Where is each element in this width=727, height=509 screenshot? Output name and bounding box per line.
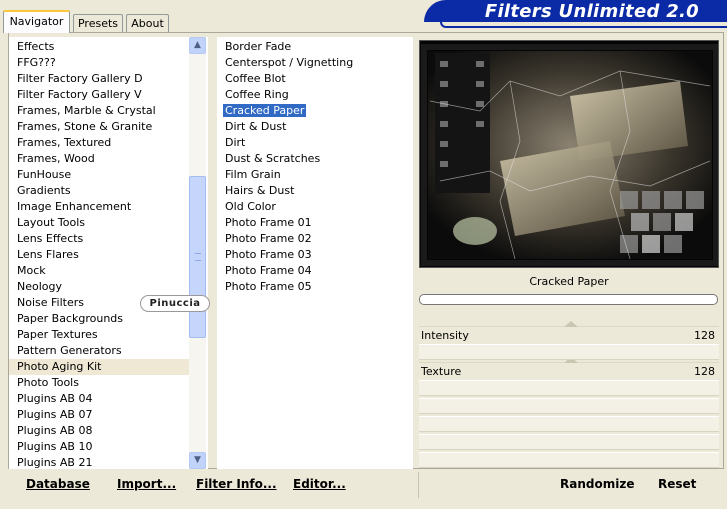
category-scrollbar[interactable]: ▲ ▼ bbox=[189, 37, 206, 469]
divider bbox=[418, 472, 419, 498]
category-item[interactable]: Filter Factory Gallery V bbox=[9, 87, 189, 103]
category-item[interactable]: Plugins AB 04 bbox=[9, 391, 189, 407]
filter-item[interactable]: Photo Frame 03 bbox=[217, 247, 312, 263]
tab-presets[interactable]: Presets bbox=[73, 14, 123, 33]
param-texture[interactable]: Texture 128 bbox=[419, 357, 719, 380]
category-item[interactable]: Photo Aging Kit bbox=[9, 359, 189, 375]
param-slot bbox=[419, 398, 719, 414]
filter-item[interactable]: Hairs & Dust bbox=[217, 183, 294, 199]
param-slot bbox=[419, 434, 719, 450]
category-item[interactable]: Filter Factory Gallery D bbox=[9, 71, 189, 87]
filter-item[interactable]: Dust & Scratches bbox=[217, 151, 320, 167]
category-item[interactable]: Image Enhancement bbox=[9, 199, 189, 215]
scroll-up-icon[interactable]: ▲ bbox=[189, 37, 206, 54]
filter-item-label: Coffee Ring bbox=[225, 88, 289, 101]
filter-item-label: Dirt & Dust bbox=[225, 120, 287, 133]
app-title: Filters Unlimited 2.0 bbox=[484, 1, 699, 22]
filter-item[interactable]: Cracked Paper bbox=[217, 103, 307, 119]
filter-item[interactable]: Photo Frame 04 bbox=[217, 263, 312, 279]
slider-tick-icon bbox=[564, 321, 578, 327]
param-value: 128 bbox=[694, 329, 715, 342]
filter-item[interactable]: Photo Frame 02 bbox=[217, 231, 312, 247]
filter-item-label: Photo Frame 04 bbox=[225, 264, 312, 277]
filter-item-label: Dirt bbox=[225, 136, 246, 149]
category-item[interactable]: Lens Flares bbox=[9, 247, 189, 263]
category-list[interactable]: Effects FFG??? Filter Factory Gallery D Fil… bbox=[9, 37, 208, 469]
filter-item-label: Film Grain bbox=[225, 168, 281, 181]
param-slot bbox=[419, 416, 719, 432]
category-item[interactable]: Lens Effects bbox=[9, 231, 189, 247]
filter-item[interactable]: Coffee Ring bbox=[217, 87, 289, 103]
preview-art bbox=[420, 41, 718, 267]
category-item[interactable]: Effects bbox=[9, 39, 189, 55]
scroll-down-icon[interactable]: ▼ bbox=[189, 452, 206, 469]
banner-underline bbox=[440, 22, 727, 28]
filter-item-label: Cracked Paper bbox=[223, 104, 307, 117]
progress-bar bbox=[419, 294, 718, 305]
category-item[interactable]: Plugins AB 21 bbox=[9, 455, 189, 469]
filter-item-label: Photo Frame 03 bbox=[225, 248, 312, 261]
title-banner: Filters Unlimited 2.0 bbox=[424, 0, 727, 22]
filter-item-label: Dust & Scratches bbox=[225, 152, 321, 165]
category-item[interactable]: Paper Textures bbox=[9, 327, 189, 343]
filter-item-label: Coffee Blot bbox=[225, 72, 286, 85]
category-item[interactable]: Plugins AB 10 bbox=[9, 439, 189, 455]
randomize-button[interactable]: Randomize bbox=[560, 477, 634, 491]
filter-item[interactable]: Dirt & Dust bbox=[217, 119, 286, 135]
param-slot bbox=[419, 380, 719, 396]
filter-item[interactable]: Photo Frame 01 bbox=[217, 215, 312, 231]
bottom-toolbar: Database Import... Filter Info... Editor… bbox=[8, 470, 724, 502]
category-item[interactable]: FunHouse bbox=[9, 167, 189, 183]
filter-list[interactable]: Border Fade Centerspot / Vignetting Coffee… bbox=[217, 37, 413, 469]
scroll-thumb[interactable] bbox=[189, 176, 206, 338]
category-item[interactable]: Gradients bbox=[9, 183, 189, 199]
watermark: Pinuccia bbox=[140, 295, 210, 312]
filter-item-label: Border Fade bbox=[225, 40, 292, 53]
category-item[interactable]: Photo Tools bbox=[9, 375, 189, 391]
category-item[interactable]: Mock bbox=[9, 263, 189, 279]
category-item[interactable]: Frames, Stone & Granite bbox=[9, 119, 189, 135]
category-item[interactable]: Frames, Wood bbox=[9, 151, 189, 167]
filter-item[interactable]: Centerspot / Vignetting bbox=[217, 55, 353, 71]
category-item[interactable]: Pattern Generators bbox=[9, 343, 189, 359]
param-slot bbox=[419, 452, 719, 468]
filter-item[interactable]: Film Grain bbox=[217, 167, 281, 183]
filter-info-button[interactable]: Filter Info... bbox=[196, 477, 277, 491]
category-item[interactable]: Frames, Marble & Crystal bbox=[9, 103, 189, 119]
param-intensity[interactable]: Intensity 128 bbox=[419, 321, 719, 344]
filter-item[interactable]: Photo Frame 05 bbox=[217, 279, 312, 295]
category-item[interactable]: Plugins AB 08 bbox=[9, 423, 189, 439]
filter-item-label: Photo Frame 02 bbox=[225, 232, 312, 245]
filter-item[interactable]: Coffee Blot bbox=[217, 71, 286, 87]
reset-button[interactable]: Reset bbox=[658, 477, 696, 491]
tab-navigator[interactable]: Navigator bbox=[3, 10, 70, 33]
param-value: 128 bbox=[694, 365, 715, 378]
category-item[interactable]: FFG??? bbox=[9, 55, 189, 71]
preview-image bbox=[419, 40, 719, 268]
filter-item[interactable]: Dirt bbox=[217, 135, 245, 151]
filter-item-label: Old Color bbox=[225, 200, 276, 213]
category-item[interactable]: Plugins AB 07 bbox=[9, 407, 189, 423]
filter-item[interactable]: Old Color bbox=[217, 199, 276, 215]
filter-item-label: Hairs & Dust bbox=[225, 184, 295, 197]
filter-item-label: Photo Frame 05 bbox=[225, 280, 312, 293]
category-item[interactable]: Frames, Textured bbox=[9, 135, 189, 151]
category-item[interactable]: Paper Backgrounds bbox=[9, 311, 189, 327]
import-button[interactable]: Import... bbox=[117, 477, 176, 491]
param-label: Texture bbox=[421, 365, 462, 378]
filter-item-label: Photo Frame 01 bbox=[225, 216, 312, 229]
filter-item-label: Centerspot / Vignetting bbox=[225, 56, 354, 69]
param-slot bbox=[419, 344, 719, 360]
category-item[interactable]: Neology bbox=[9, 279, 189, 295]
param-label: Intensity bbox=[421, 329, 469, 342]
database-button[interactable]: Database bbox=[26, 477, 90, 491]
editor-button[interactable]: Editor... bbox=[293, 477, 346, 491]
filter-name-label: Cracked Paper bbox=[529, 275, 609, 288]
category-item[interactable]: Layout Tools bbox=[9, 215, 189, 231]
grip-icon bbox=[195, 253, 201, 261]
tab-about[interactable]: About bbox=[126, 14, 169, 33]
filter-item[interactable]: Border Fade bbox=[217, 39, 291, 55]
